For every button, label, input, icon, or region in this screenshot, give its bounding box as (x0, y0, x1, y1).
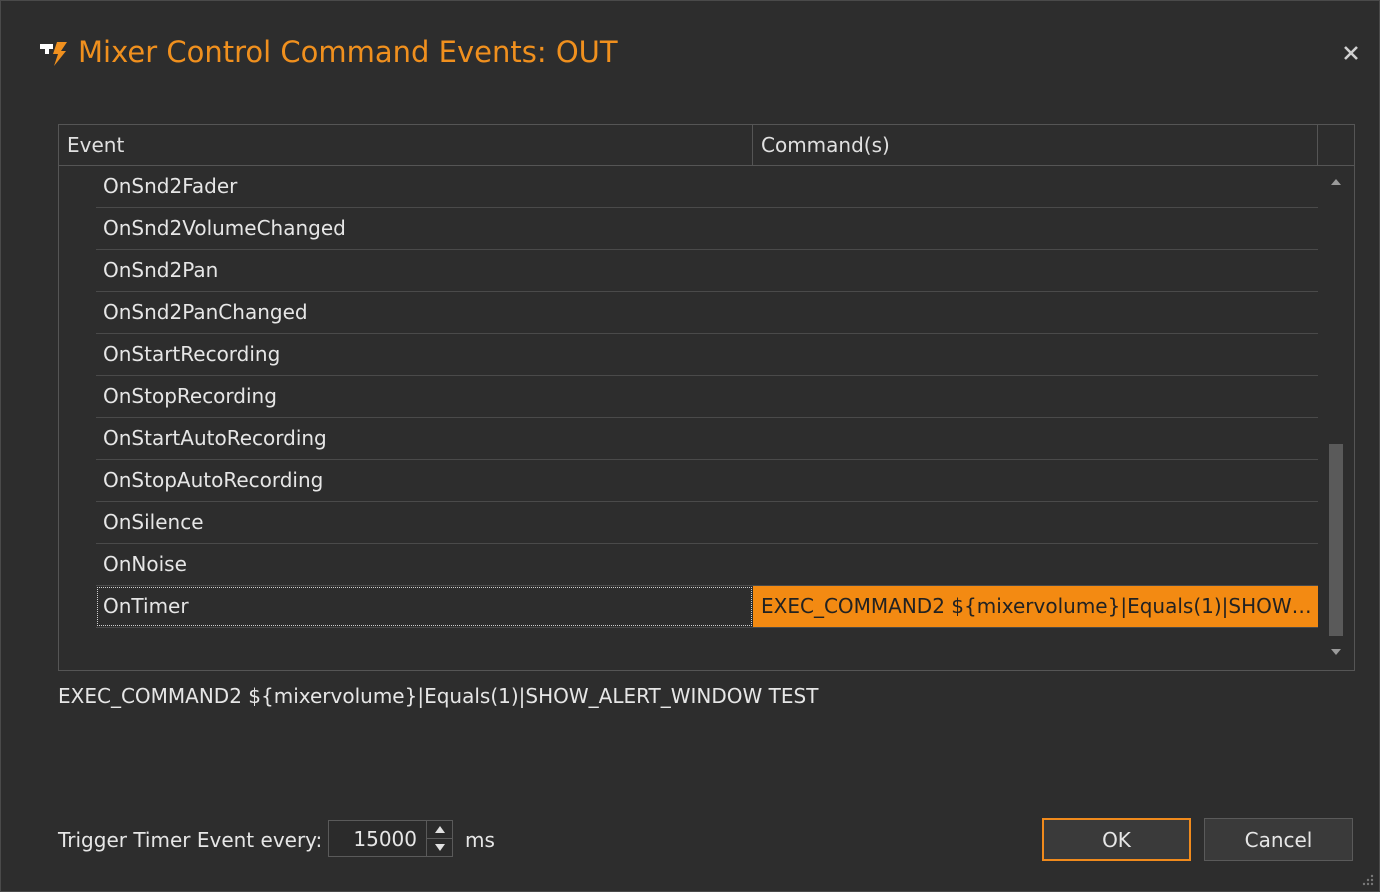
command-cell[interactable] (753, 166, 1318, 207)
timer-interval-stepper[interactable] (328, 820, 453, 857)
table-row[interactable]: OnSnd2Pan (96, 250, 1318, 292)
command-cell[interactable] (753, 376, 1318, 417)
timer-unit-label: ms (465, 828, 495, 852)
event-cell[interactable]: OnSilence (96, 502, 753, 543)
command-cell[interactable] (753, 460, 1318, 501)
ok-button[interactable]: OK (1042, 818, 1191, 861)
scroll-thumb[interactable] (1329, 444, 1343, 636)
vertical-scrollbar[interactable] (1324, 166, 1348, 666)
table-row[interactable]: OnSnd2PanChanged (96, 292, 1318, 334)
timer-label: Trigger Timer Event every: (58, 828, 323, 852)
table-row-selected[interactable]: OnTimer EXEC_COMMAND2 ${mixervolume}|Equ… (96, 586, 1318, 628)
command-cell[interactable] (753, 208, 1318, 249)
table-row[interactable]: OnSnd2VolumeChanged (96, 208, 1318, 250)
table-row[interactable]: OnStartAutoRecording (96, 418, 1318, 460)
table-row[interactable]: OnSnd2Fader (96, 166, 1318, 208)
command-cell[interactable] (753, 418, 1318, 459)
table-row[interactable]: OnStartRecording (96, 334, 1318, 376)
table-row[interactable]: OnSilence (96, 502, 1318, 544)
caret-up-icon (435, 826, 445, 833)
header-corner (1318, 125, 1354, 165)
scroll-down-button[interactable] (1324, 642, 1348, 662)
command-cell[interactable] (753, 502, 1318, 543)
command-preview-text: EXEC_COMMAND2 ${mixervolume}|Equals(1)|S… (58, 684, 819, 708)
command-cell[interactable] (753, 250, 1318, 291)
scroll-up-button[interactable] (1324, 172, 1348, 192)
event-cell[interactable]: OnStopRecording (96, 376, 753, 417)
event-cell[interactable]: OnTimer (96, 586, 753, 627)
event-cell[interactable]: OnSnd2Fader (96, 166, 753, 207)
resize-grip-icon[interactable] (1359, 871, 1375, 887)
cancel-button[interactable]: Cancel (1204, 818, 1353, 861)
event-cell[interactable]: OnSnd2VolumeChanged (96, 208, 753, 249)
caret-down-icon (435, 844, 445, 851)
stepper-down-button[interactable] (427, 839, 453, 856)
close-icon (1344, 46, 1358, 60)
command-cell[interactable] (753, 544, 1318, 585)
grid-rows: OnSnd2Fader OnSnd2VolumeChanged OnSnd2Pa… (96, 166, 1318, 628)
event-cell[interactable]: OnSnd2Pan (96, 250, 753, 291)
stepper-buttons (426, 821, 453, 856)
event-cell[interactable]: OnNoise (96, 544, 753, 585)
column-header-event[interactable]: Event (59, 125, 753, 165)
event-cell[interactable]: OnStopAutoRecording (96, 460, 753, 501)
command-cell[interactable] (753, 334, 1318, 375)
event-cell[interactable]: OnStartRecording (96, 334, 753, 375)
command-cell[interactable]: EXEC_COMMAND2 ${mixervolume}|Equals(1)|S… (753, 586, 1318, 627)
event-cell[interactable]: OnSnd2PanChanged (96, 292, 753, 333)
caret-down-icon (1331, 649, 1341, 655)
caret-up-icon (1331, 179, 1341, 185)
events-grid[interactable]: Event Command(s) OnSnd2Fader OnSnd2Volum… (58, 124, 1355, 671)
table-row[interactable]: OnNoise (96, 544, 1318, 586)
dialog-window: Mixer Control Command Events: OUT Event … (0, 0, 1380, 892)
column-header-commands[interactable]: Command(s) (753, 125, 1318, 165)
event-cell[interactable]: OnStartAutoRecording (96, 418, 753, 459)
stepper-up-button[interactable] (427, 821, 453, 839)
close-button[interactable] (1339, 41, 1363, 65)
table-row[interactable]: OnStopAutoRecording (96, 460, 1318, 502)
command-cell[interactable] (753, 292, 1318, 333)
table-row[interactable]: OnStopRecording (96, 376, 1318, 418)
grid-header: Event Command(s) (59, 125, 1354, 166)
timer-interval-input[interactable] (329, 821, 425, 856)
dialog-title: Mixer Control Command Events: OUT (78, 35, 618, 69)
lightning-icon (39, 41, 69, 67)
